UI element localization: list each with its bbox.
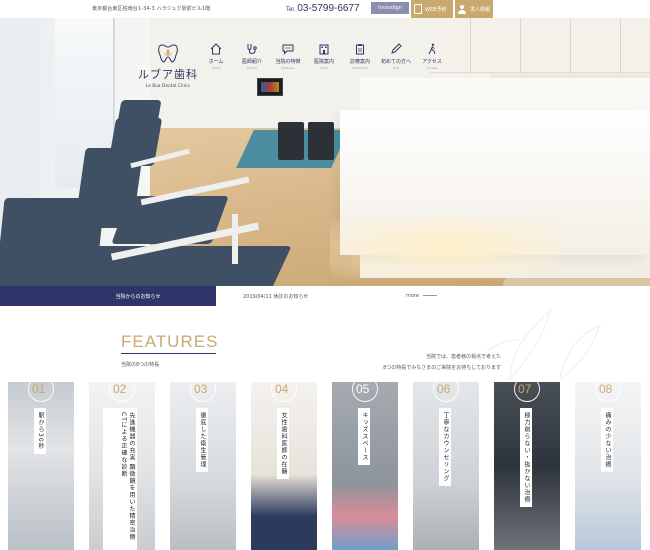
card-label: キッズスペース [358,408,370,465]
person-icon [458,4,467,14]
clinic-logo[interactable]: ルブア歯科 Le Bua Dental Clinic [138,36,198,96]
nav-item-features[interactable]: 当院の特徴 Features [270,40,306,76]
hero-stool [308,122,334,160]
clipboard-icon [354,43,366,55]
feature-card-hygiene[interactable]: 03 徹底した衛生管理 [170,382,236,550]
card-number: 07 [518,382,532,396]
nav-item-access[interactable]: アクセス Access [414,40,450,76]
top-bar: 東京都台東区柏南台1-34-3 ハラジュク駅前ビル1階 Tel. 03-5799-… [0,0,650,18]
card-label: 駅から30秒 [34,408,46,454]
nav-label-en: First [392,66,400,70]
feature-card-station[interactable]: 01 駅から30秒 [8,382,74,550]
news-more-link[interactable]: more [406,293,437,299]
card-number: 06 [437,382,451,396]
feature-card-painless[interactable]: 08 痛みの少ない治療 [575,382,641,550]
nav-item-doctor[interactable]: 医師紹介 Doctor [234,40,270,76]
nav-label: 初めての方へ [380,59,411,65]
card-label: 丁寧なカウンセリング [439,408,451,486]
walk-icon [426,43,438,55]
nav-label: 当院の特徴 [275,59,301,65]
nav-label-en: Clinic [319,66,329,70]
chat-icon [282,43,294,55]
news-item-link[interactable]: 2019/04/11 休診のお知らせ [243,293,308,300]
recruit-label: 求人情報 [470,6,491,13]
card-number: 01 [32,382,46,396]
feature-card-counseling[interactable]: 06 丁寧なカウンセリング [413,382,479,550]
phone-icon [414,4,422,14]
feature-card-kids-space[interactable]: 05 キッズスペース [332,382,398,550]
main-nav: ホーム Home 医師紹介 Doctor 当院の特徴 Features 医院案内… [198,40,450,76]
hero-stool [278,122,304,160]
nav-label-en: Doctor [246,66,258,70]
phone-number[interactable]: Tel. 03-5799-6677 [286,3,360,14]
clinic-address: 東京都台東区柏南台1-34-3 ハラジュク駅前ビル1階 [92,6,211,12]
web-reservation-button[interactable]: WEB予約 [411,0,453,18]
nav-label: 医師紹介 [241,59,262,65]
card-number: 04 [275,382,289,396]
web-reservation-label: WEB予約 [425,6,447,13]
tooth-lotus-icon [156,42,180,64]
feature-cards: 01 駅から30秒 02 先進機器の充実 顕微鏡を用いた精密治療 CTによる正確… [8,382,641,550]
features-title: FEATURES [121,332,219,351]
news-heading: 当院からのお知らせ [0,286,216,306]
card-label: 徹底した衛生管理 [196,408,208,472]
features-description: 当院では、患者様の視点で考えた 8つの特長でみなさまのご来院をお待ちしております [341,352,501,374]
nav-item-home[interactable]: ホーム Home [198,40,234,76]
nav-label-en: Access [426,66,438,70]
hero-chair-seat [68,246,292,286]
hero-cabinets [430,18,650,73]
nav-item-clinic[interactable]: 医院案内 Clinic [306,40,342,76]
nav-label: ホーム [208,59,224,65]
card-label: 痛みの少ない治療 [601,408,613,472]
home-icon [210,43,222,55]
hero-light [330,218,560,278]
nav-label-en: Treatment [352,66,368,70]
nav-label-en: Home [211,66,221,70]
feature-card-minimal-treatment[interactable]: 07 極力削らない・抜かない治療 [494,382,560,550]
building-icon [318,43,330,55]
feature-card-equipment[interactable]: 02 先進機器の充実 顕微鏡を用いた精密治療 CTによる正確な診断 [89,382,155,550]
pen-icon [390,43,402,55]
recruit-button[interactable]: 求人情報 [455,0,493,18]
tel-number: 03-5799-6677 [297,3,360,14]
card-number: 08 [599,382,613,396]
nav-item-first[interactable]: 初めての方へ First [378,40,414,76]
card-label: 極力削らない・抜かない治療 [520,408,532,507]
nav-label: 医院案内 [313,59,334,65]
card-number: 05 [356,382,370,396]
nav-item-treatment[interactable]: 診療案内 Treatment [342,40,378,76]
features-desc-line: 8つの特長でみなさまのご来院をお待ちしております [383,365,501,371]
hero-chair-leg [232,214,238,264]
logo-subtitle: Le Bua Dental Clinic [145,83,191,88]
invisalign-button[interactable]: Invisalign [371,2,409,14]
features-divider [121,353,216,354]
nav-label: 診療案内 [349,59,370,65]
features-subtitle: 当院の8つの特長 [121,362,160,368]
features-desc-line: 当院では、患者様の視点で考えた [425,354,501,360]
nav-label-en: Features [281,66,295,70]
hero-tv [257,78,283,96]
card-label: 先進機器の充実 顕微鏡を用いた精密治療 CTによる正確な診断 [103,408,137,550]
stethoscope-icon [246,43,258,55]
card-number: 03 [194,382,208,396]
hero-image: ルブア歯科 Le Bua Dental Clinic ホーム Home 医師紹介… [0,18,650,286]
logo-name: ルブア歯科 [138,68,198,81]
nav-label: アクセス [422,59,442,65]
card-number: 02 [113,382,127,396]
card-label: 女性歯科医師の在籍 [277,408,289,479]
tel-prefix: Tel. [286,7,296,13]
feature-card-female-dentist[interactable]: 04 女性歯科医師の在籍 [251,382,317,550]
